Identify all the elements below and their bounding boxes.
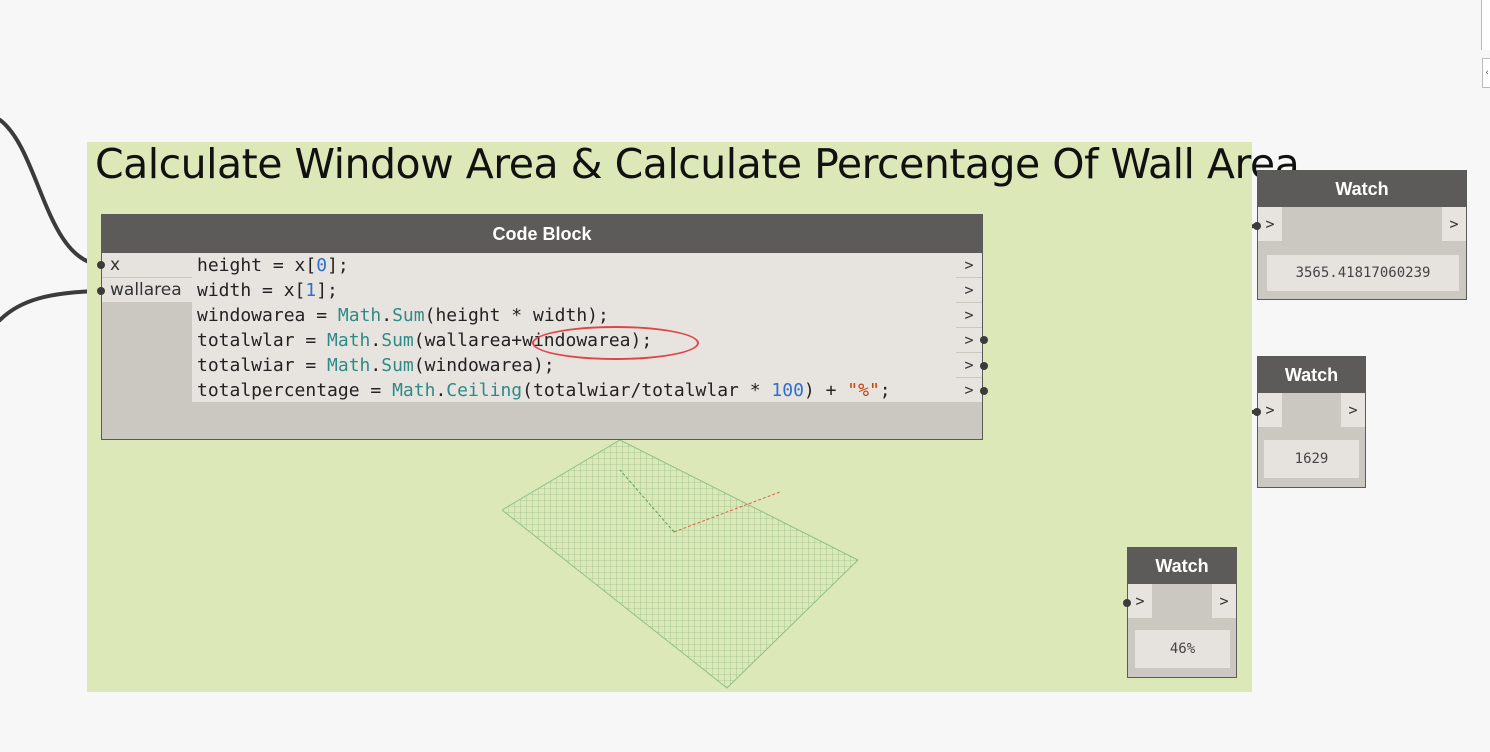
watch-header[interactable]: Watch (1258, 171, 1466, 207)
output-port-totalpercentage[interactable]: > (956, 378, 982, 403)
code-line[interactable]: totalpercentage = Math.Ceiling(totalwiar… (192, 378, 956, 403)
code-line[interactable]: width = x[1]; (192, 278, 956, 303)
watch-output-port[interactable]: > (1212, 584, 1236, 618)
watch-node-1[interactable]: Watch > > 3565.41817060239 (1257, 170, 1467, 300)
output-port-height[interactable]: > (956, 253, 982, 278)
watch-output-port[interactable]: > (1341, 393, 1365, 427)
group-title[interactable]: Calculate Window Area & Calculate Percen… (95, 140, 1300, 188)
code-block-header[interactable]: Code Block (102, 215, 982, 253)
watch-value: 1629 (1264, 440, 1359, 478)
output-port-totalwiar[interactable]: > (956, 353, 982, 378)
watch-input-port[interactable]: > (1128, 584, 1152, 618)
output-port-width[interactable]: > (956, 278, 982, 303)
scroll-collapse-icon[interactable]: ‹ (1482, 58, 1490, 88)
watch-node-3[interactable]: Watch > > 46% (1127, 547, 1237, 678)
code-block-outputs: > > > > > > (956, 253, 982, 403)
watch-header[interactable]: Watch (1258, 357, 1365, 393)
code-line[interactable]: windowarea = Math.Sum(height * width); (192, 303, 956, 328)
code-block-node[interactable]: Code Block x wallarea height = x[0]; wid… (101, 214, 983, 440)
geometry-preview-grid (502, 440, 859, 689)
output-port-totalwlar[interactable]: > (956, 328, 982, 353)
input-port-x[interactable]: x (102, 253, 192, 278)
watch-input-port[interactable]: > (1258, 207, 1282, 241)
canvas-scroll-strip[interactable] (1481, 0, 1490, 50)
watch-output-port[interactable]: > (1442, 207, 1466, 241)
watch-node-2[interactable]: Watch > > 1629 (1257, 356, 1366, 488)
wire-wallarea-input (0, 289, 103, 322)
code-block-inputs: x wallarea (102, 253, 192, 303)
watch-header[interactable]: Watch (1128, 548, 1236, 584)
watch-input-port[interactable]: > (1258, 393, 1282, 427)
annotation-circle (532, 326, 699, 360)
output-port-windowarea[interactable]: > (956, 303, 982, 328)
code-line[interactable]: height = x[0]; (192, 253, 956, 278)
input-port-wallarea[interactable]: wallarea (102, 278, 192, 303)
watch-value: 46% (1135, 630, 1230, 668)
watch-value: 3565.41817060239 (1267, 255, 1459, 291)
wire-x-input (0, 118, 103, 267)
